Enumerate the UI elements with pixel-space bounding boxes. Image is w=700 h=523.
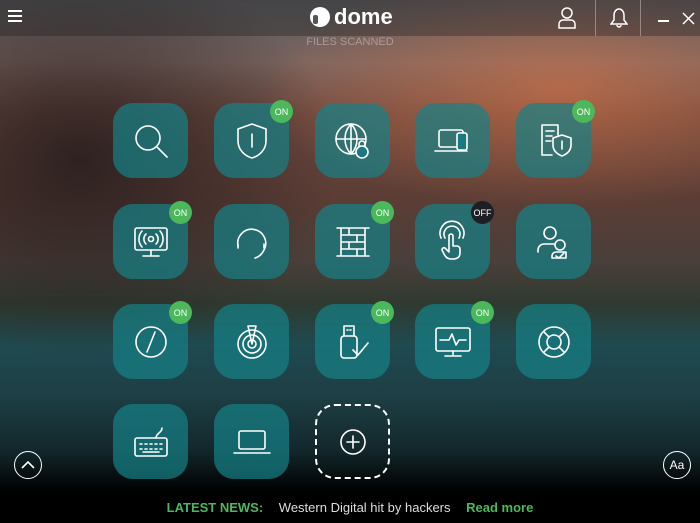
news-label: LATEST NEWS:	[166, 500, 264, 515]
read-more-link[interactable]: Read more	[466, 500, 533, 515]
tile-rescue[interactable]	[516, 304, 591, 379]
status-badge[interactable]: ON	[169, 301, 192, 324]
tile-anti-phishing[interactable]: OFF	[415, 201, 494, 279]
status-badge[interactable]: ON	[169, 201, 192, 224]
tile-pc-cleanup[interactable]	[214, 404, 289, 479]
tile-usb-vaccination[interactable]: ON	[315, 301, 394, 379]
status-badge[interactable]: ON	[371, 201, 394, 224]
hamburger-icon[interactable]	[8, 10, 22, 22]
status-badge[interactable]: ON	[572, 100, 595, 123]
usb-check-icon	[339, 324, 369, 359]
magnifier-icon	[134, 124, 168, 158]
divider	[640, 0, 641, 36]
plus-circle-icon	[339, 428, 366, 455]
title-bar: dome	[0, 0, 700, 36]
scroll-up-button[interactable]	[14, 451, 42, 479]
status-badge[interactable]: OFF	[471, 201, 494, 224]
shield-icon	[236, 122, 267, 159]
files-scanned-label: FILES SCANNED	[306, 36, 394, 48]
document-shield-icon	[540, 123, 572, 157]
tile-radar[interactable]	[214, 304, 289, 379]
news-ticker: LATEST NEWS: Western Digital hit by hack…	[0, 500, 700, 515]
bell-icon[interactable]	[605, 0, 633, 36]
brick-wall-icon	[335, 226, 370, 257]
compass-icon	[134, 325, 167, 358]
tile-add[interactable]	[315, 404, 390, 479]
tile-parental-control[interactable]	[516, 204, 591, 279]
tile-wifi-monitor[interactable]: ON	[113, 201, 192, 279]
logo-mark	[310, 7, 330, 27]
status-badge[interactable]: ON	[371, 301, 394, 324]
logo-text: dome	[334, 4, 393, 29]
tile-devices[interactable]	[415, 103, 490, 178]
monitor-pulse-icon	[434, 326, 471, 357]
user-check-icon	[536, 225, 567, 259]
touch-icon	[438, 219, 465, 260]
minimize-icon[interactable]	[656, 0, 670, 36]
tile-scan[interactable]	[113, 103, 188, 178]
lifebuoy-icon	[537, 325, 570, 358]
close-icon[interactable]	[680, 0, 696, 36]
divider	[595, 0, 596, 36]
status-badge[interactable]: ON	[471, 301, 494, 324]
radar-icon	[236, 324, 267, 359]
globe-lock-icon	[334, 122, 369, 159]
tile-safe-browsing[interactable]: ON	[113, 301, 192, 379]
keyboard-icon	[133, 426, 168, 457]
tile-virtual-keyboard[interactable]	[113, 404, 188, 479]
headset-icon	[236, 227, 266, 259]
laptop-icon	[232, 429, 271, 454]
tile-antivirus[interactable]: ON	[214, 100, 293, 178]
tile-process-monitor[interactable]: ON	[415, 301, 494, 379]
status-badge[interactable]: ON	[270, 100, 293, 123]
news-headline[interactable]: Western Digital hit by hackers	[279, 500, 451, 515]
tile-web-protection[interactable]	[315, 103, 390, 178]
monitor-signal-icon	[133, 226, 168, 257]
tile-support[interactable]	[214, 204, 289, 279]
font-size-button[interactable]: Aa	[663, 451, 691, 479]
tile-firewall[interactable]: ON	[315, 201, 394, 279]
logo: dome	[310, 4, 393, 30]
tile-data-shield[interactable]: ON	[516, 100, 595, 178]
devices-icon	[433, 128, 468, 152]
user-icon[interactable]	[553, 0, 581, 36]
